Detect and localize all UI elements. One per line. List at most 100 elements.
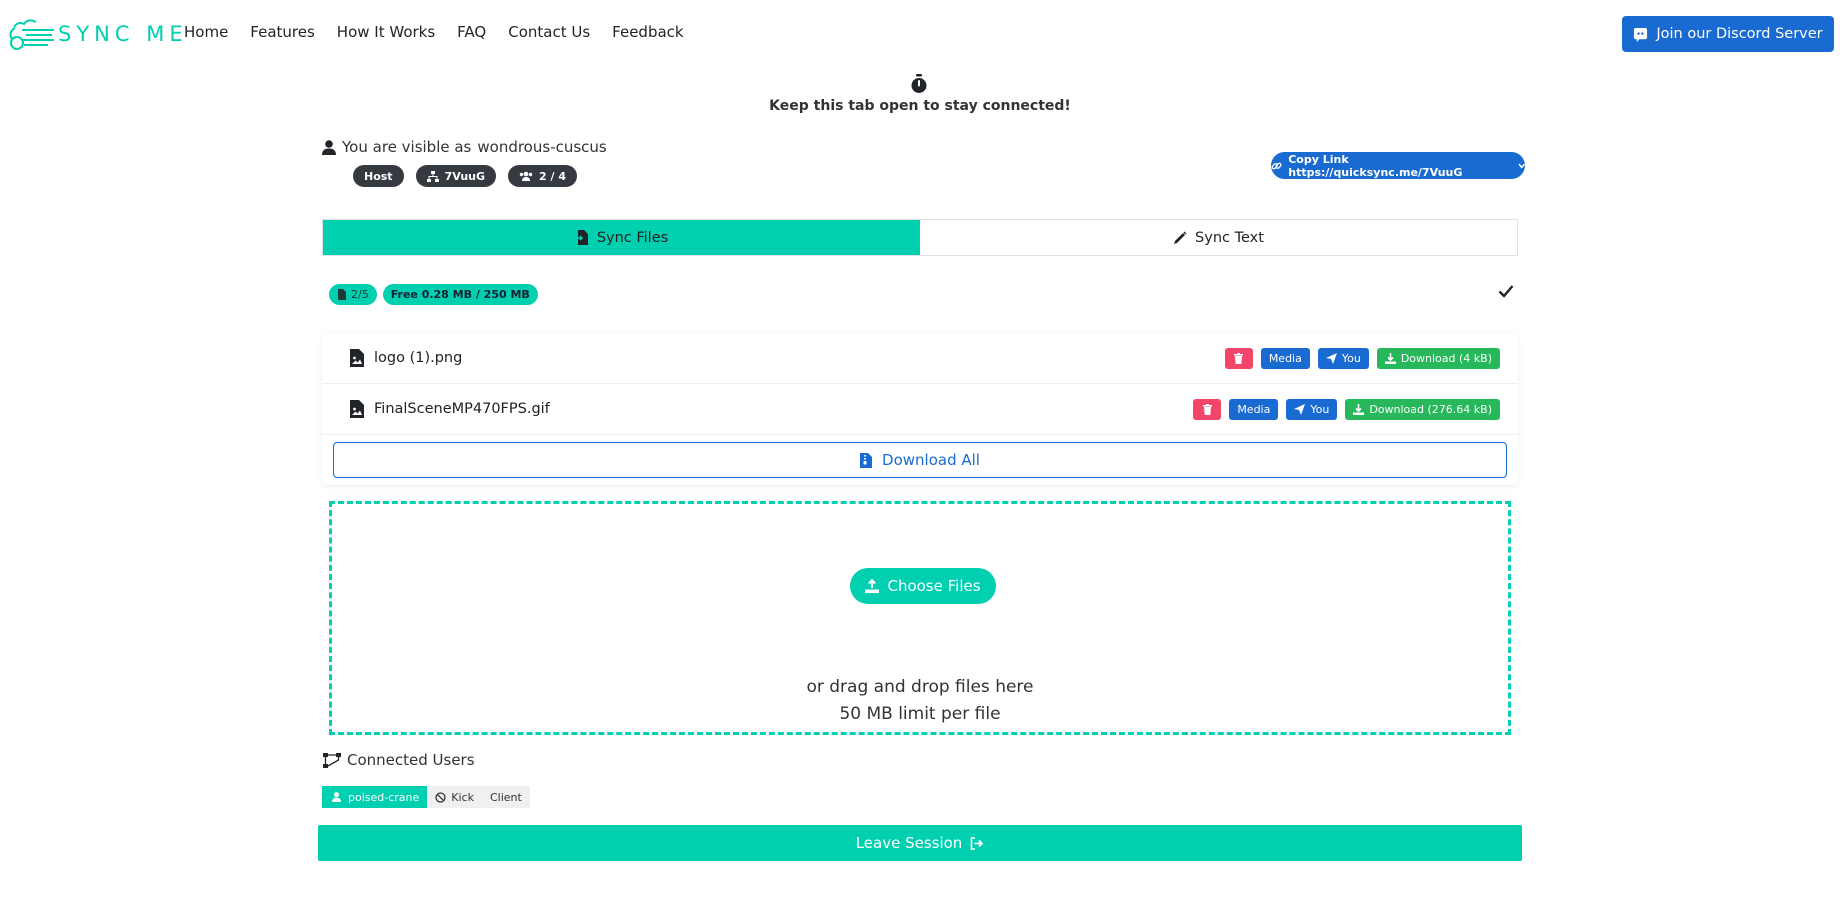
session-badges: Host 7VuuG 2 / 4 [353,165,578,187]
storage-badge: Free 0.28 MB / 250 MB [382,284,538,305]
session-code-badge: 7VuuG [415,165,497,187]
discord-icon [1634,27,1648,42]
download-file-button[interactable]: Download (4 kB) [1376,347,1500,369]
download-icon [1384,352,1396,364]
ban-icon [435,791,446,803]
cloud-logo-icon [9,19,54,50]
user-role-label: Client [489,790,522,804]
media-button[interactable]: Media [1260,347,1310,369]
users-icon [519,171,533,181]
download-all-label: Download All [882,451,980,469]
file-size-limit: 50 MB limit per file [839,704,1001,724]
sender-button[interactable]: You [1286,398,1338,420]
trash-icon [1202,403,1212,415]
link-icon [1271,162,1282,169]
leave-session-label: Leave Session [855,834,963,852]
keep-tab-open-notice: Keep this tab open to stay connected! [769,98,1071,114]
file-actions: Media You Download (276.64 kB) [1193,398,1500,420]
chevron-down-icon [1517,163,1525,169]
storage-label: Free 0.28 MB / 250 MB [390,288,530,301]
file-row: logo (1).png Media You Download (4 kB) [322,333,1518,384]
role-badge-label: Host [364,169,393,183]
tab-sync-text-label: Sync Text [1195,229,1264,246]
nav-links: Home Features How It Works FAQ Contact U… [184,23,706,41]
user-count-badge: 2 / 4 [508,165,578,187]
visible-as-line: You are visible as wondrous-cuscus [322,138,607,156]
file-row: FinalSceneMP470FPS.gif Media You Downloa… [322,384,1518,435]
user-icon [332,792,341,802]
upload-icon [865,579,880,593]
sync-tabs: Sync Files Sync Text [322,219,1518,256]
file-count-label: 2/5 [351,288,369,301]
kick-user-button[interactable]: Kick [427,786,482,808]
connected-user-name: poised-crane [348,790,420,804]
role-badge: Host [353,165,404,187]
file-name-group: logo (1).png [350,349,462,367]
download-all-button[interactable]: Download All [333,442,1507,478]
file-name-group: FinalSceneMP470FPS.gif [350,400,550,418]
file-image-icon [350,400,364,418]
user-count-label: 2 / 4 [539,169,567,183]
file-import-icon [574,230,588,245]
file-image-icon [350,349,364,367]
discord-label: Join our Discord Server [1656,26,1823,42]
leave-session-button[interactable]: Leave Session [318,825,1522,861]
stopwatch-icon [911,74,927,93]
nav-feedback[interactable]: Feedback [612,23,683,41]
file-list-card: logo (1).png Media You Download (4 kB) F… [322,333,1518,485]
copy-link-button[interactable]: Copy Link https://quicksync.me/7VuuG [1271,152,1525,179]
media-button[interactable]: Media [1229,398,1279,420]
download-icon [1353,403,1365,415]
file-drop-zone[interactable]: Choose Files or drag and drop files here… [329,501,1511,735]
sitemap-icon [323,752,341,768]
delete-file-button[interactable] [1193,398,1222,420]
drag-drop-text: or drag and drop files here [806,677,1034,697]
media-label: Media [1268,351,1302,365]
download-label: Download (4 kB) [1400,351,1492,365]
download-file-button[interactable]: Download (276.64 kB) [1345,398,1500,420]
sender-button[interactable]: You [1317,347,1369,369]
discord-button[interactable]: Join our Discord Server [1622,16,1834,52]
connected-user-badge: poised-crane [322,786,428,808]
network-icon [426,170,439,182]
session-code-label: 7VuuG [444,169,486,183]
navbar: SYNC ME Home Features How It Works FAQ C… [0,0,1840,68]
nav-contact-us[interactable]: Contact Us [508,23,590,41]
connected-users-title: Connected Users [347,751,475,769]
tab-sync-text[interactable]: Sync Text [920,220,1517,255]
nav-features[interactable]: Features [250,23,315,41]
user-icon [322,139,336,155]
sender-label: You [1310,402,1330,416]
check-icon [1498,285,1514,298]
sign-out-icon [971,836,984,850]
file-name[interactable]: FinalSceneMP470FPS.gif [374,401,550,417]
nav-faq[interactable]: FAQ [457,23,486,41]
brand-name: SYNC ME [58,22,188,46]
choose-files-label: Choose Files [887,577,981,595]
choose-files-button[interactable]: Choose Files [850,568,996,604]
file-archive-icon [860,452,873,468]
brand-logo[interactable]: SYNC ME [8,16,188,52]
copy-link-label: Copy Link https://quicksync.me/7VuuG [1288,152,1463,179]
kick-label: Kick [451,790,474,804]
media-label: Media [1237,402,1271,416]
nav-how-it-works[interactable]: How It Works [337,23,435,41]
file-icon [338,289,346,300]
connected-user-row: poised-crane Kick Client [322,786,530,808]
storage-status: 2/5 Free 0.28 MB / 250 MB [329,284,538,305]
file-count-badge: 2/5 [329,284,377,305]
paper-plane-icon [1294,403,1306,415]
tab-sync-files-label: Sync Files [596,229,669,246]
connected-users-heading: Connected Users [323,751,475,769]
nav-home[interactable]: Home [184,23,228,41]
user-role-badge: Client [481,786,530,808]
sender-label: You [1341,351,1361,365]
paper-plane-icon [1325,352,1337,364]
tab-sync-files[interactable]: Sync Files [323,220,920,255]
download-label: Download (276.64 kB) [1369,402,1492,416]
delete-file-button[interactable] [1224,347,1253,369]
pencil-icon [1174,231,1187,244]
file-name[interactable]: logo (1).png [374,350,462,366]
file-actions: Media You Download (4 kB) [1224,347,1500,369]
trash-icon [1234,352,1244,364]
